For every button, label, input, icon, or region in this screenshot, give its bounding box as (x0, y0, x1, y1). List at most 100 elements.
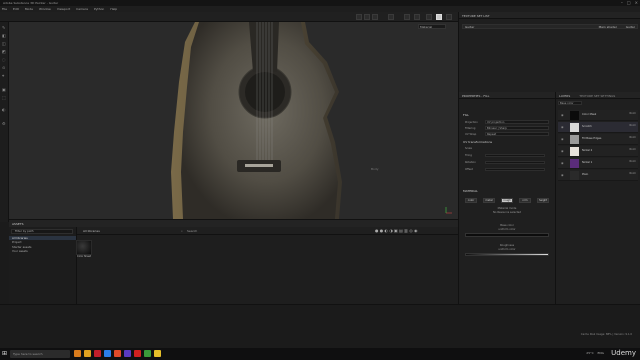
minimize-icon[interactable]: – (621, 0, 623, 5)
roughness-slider[interactable] (465, 253, 549, 256)
height-channel-button[interactable]: height (537, 198, 549, 203)
eye-icon[interactable]: ◉ (561, 149, 566, 153)
texture-set-row[interactable]: Guitar Main shader Guitar (462, 24, 638, 29)
library-yours[interactable]: Your assets (9, 249, 76, 254)
app-icon[interactable] (74, 350, 81, 357)
layer-thumbnail (570, 171, 579, 180)
color-channel-button[interactable]: color (465, 198, 477, 203)
paint-mode-button[interactable] (436, 14, 442, 20)
layer-row[interactable]: ◉ Nickel 2 Norm (558, 146, 638, 157)
close-icon[interactable]: × (635, 0, 638, 5)
menu-viewport[interactable]: Viewport (57, 7, 70, 11)
menu-python[interactable]: Python (94, 7, 104, 11)
eye-icon[interactable]: ◉ (561, 125, 566, 129)
layer-blend[interactable]: Norm (629, 136, 636, 139)
camera-icon[interactable] (388, 14, 394, 20)
layers-tab[interactable]: LAYERS (559, 94, 570, 98)
offset-label: Offset (465, 168, 473, 171)
offset-slider[interactable] (485, 168, 545, 171)
toolbar-button[interactable] (414, 14, 420, 20)
layer-row[interactable]: ◉ Color Mask Norm (558, 110, 638, 121)
layer-row[interactable]: ◉ Fill Base Edges Norm (558, 134, 638, 145)
smudge-icon[interactable]: ◌ (2, 58, 7, 62)
rotation-slider[interactable] (485, 161, 545, 164)
toolbar-button[interactable] (364, 14, 370, 20)
texture-set-settings-tab[interactable]: TEXTURE SET SETTINGS (579, 94, 615, 98)
os-taskbar: ⊞ Type here to search 25°C ENG Udemy (0, 348, 640, 360)
assets-breadcrumb[interactable]: All libraries (83, 229, 100, 233)
toolbar-button[interactable] (372, 14, 378, 20)
base-color-label: Base color (500, 224, 514, 227)
toolbar-button[interactable] (404, 14, 410, 20)
menu-camera[interactable]: Camera (76, 7, 88, 11)
3d-viewport[interactable]: Material Body (9, 22, 458, 219)
layer-blend[interactable]: Norm (629, 112, 636, 115)
app-icon[interactable] (124, 350, 131, 357)
channel-dropdown[interactable]: Base color (558, 101, 582, 105)
filter-icons[interactable]: ● ● ◐ ◑ ▣ ▤ ▥ ◎ ◉ (375, 228, 417, 233)
assets-search-input[interactable]: Search (187, 229, 197, 233)
geometry-fill-icon[interactable]: ◩ (2, 50, 7, 54)
windows-start-icon[interactable]: ⊞ (2, 350, 7, 357)
menu-edit[interactable]: Edit (13, 7, 19, 11)
toolbar-button[interactable] (426, 14, 432, 20)
material-mode-label: Material mode (497, 207, 517, 210)
toolbar-button[interactable] (446, 14, 452, 20)
eye-icon[interactable]: ◉ (561, 161, 566, 165)
texture-set-stack: Guitar (625, 25, 635, 29)
paint-brush-icon[interactable]: ✎ (2, 26, 7, 30)
texture-set-name: Guitar (465, 25, 475, 29)
layer-blend[interactable]: Norm (629, 160, 636, 163)
viewport-mode-dropdown[interactable]: Material (418, 24, 446, 29)
toolbar-button[interactable] (356, 14, 362, 20)
metal-channel-button[interactable]: metal (483, 198, 495, 203)
menu-mode[interactable]: Mode (25, 7, 33, 11)
maximize-icon[interactable]: □ (627, 0, 631, 5)
menu-file[interactable]: File (2, 7, 7, 11)
roughness-mode: uniform color (498, 248, 516, 251)
app-icon[interactable] (94, 350, 101, 357)
panel-title: TEXTURE SET LIST (459, 12, 640, 19)
layer-row[interactable]: ◉ Plain Norm (558, 170, 638, 181)
projection-icon[interactable]: ◫ (2, 42, 7, 46)
app-icon[interactable] (154, 350, 161, 357)
selection-icon[interactable]: ⬚ (2, 96, 7, 100)
eye-icon[interactable]: ◉ (561, 173, 566, 177)
eraser-icon[interactable]: ◧ (2, 34, 7, 38)
eye-icon[interactable]: ◉ (561, 137, 566, 141)
app-icon[interactable] (104, 350, 111, 357)
system-tray: 25°C ENG (586, 351, 604, 355)
menu-help[interactable]: Help (110, 7, 117, 11)
window-title: Adobe Substance 3D Painter - Guitar (3, 1, 59, 5)
app-icon[interactable] (144, 350, 151, 357)
app-icon[interactable] (134, 350, 141, 357)
tray-temperature: 25°C (586, 351, 594, 355)
projection-dropdown[interactable]: UV projection (485, 120, 549, 124)
assets-filter-input[interactable]: Filter by path (11, 229, 73, 234)
filtering-dropdown[interactable]: Bilinear | Sharp (485, 126, 549, 130)
base-color-swatch[interactable] (465, 233, 549, 237)
guitar-render (171, 22, 342, 219)
asset-tile[interactable]: Color Sheet (76, 240, 92, 260)
tiling-slider[interactable] (485, 154, 545, 157)
layer-blend[interactable]: Norm (629, 124, 636, 127)
menu-window[interactable]: Window (39, 7, 51, 11)
app-icon[interactable] (84, 350, 91, 357)
layer-row[interactable]: ◉ Scratch Norm (558, 122, 638, 133)
taskbar-search[interactable]: Type here to search (10, 350, 70, 358)
bake-icon[interactable]: ◐ (2, 108, 7, 112)
layer-blend[interactable]: Norm (629, 148, 636, 151)
picker-icon[interactable]: ⌖ (2, 74, 7, 78)
rough-channel-button[interactable]: rough (501, 198, 513, 203)
tray-language[interactable]: ENG (598, 351, 604, 355)
polygon-fill-icon[interactable]: ▣ (2, 88, 7, 92)
settings-icon[interactable]: ⚙ (2, 122, 7, 126)
normal-channel-button[interactable]: nrm (519, 198, 531, 203)
projection-label: Projection (465, 121, 478, 124)
layer-blend[interactable]: Norm (629, 172, 636, 175)
uv-wrap-dropdown[interactable]: Repeat (485, 132, 549, 136)
app-icon[interactable] (114, 350, 121, 357)
clone-icon[interactable]: ⊙ (2, 66, 7, 70)
layer-row[interactable]: ◉ Nickel 1 Norm (558, 158, 638, 169)
eye-icon[interactable]: ◉ (561, 113, 566, 117)
